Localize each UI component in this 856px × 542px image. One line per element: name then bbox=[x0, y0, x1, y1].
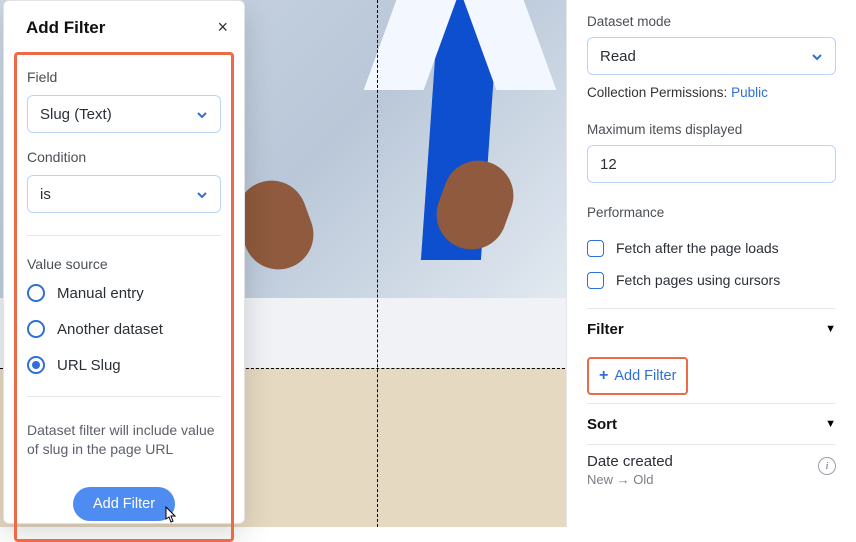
chevron-down-icon bbox=[196, 108, 208, 120]
close-icon[interactable]: × bbox=[217, 17, 228, 38]
checkbox-fetch-cursors[interactable]: Fetch pages using cursors bbox=[587, 266, 836, 294]
value-source-label: Value source bbox=[27, 256, 221, 272]
chevron-down-icon bbox=[811, 50, 823, 62]
collapse-icon: ▼ bbox=[825, 418, 836, 430]
checkbox-icon bbox=[587, 272, 604, 289]
add-filter-submit-button[interactable]: Add Filter bbox=[73, 487, 175, 521]
dataset-mode-label: Dataset mode bbox=[587, 14, 836, 29]
max-items-label: Maximum items displayed bbox=[587, 122, 836, 137]
chevron-down-icon bbox=[196, 188, 208, 200]
radio-manual-entry[interactable]: Manual entry bbox=[27, 278, 221, 308]
radio-url-slug[interactable]: URL Slug bbox=[27, 350, 221, 380]
radio-icon bbox=[27, 356, 45, 374]
radio-label: URL Slug bbox=[57, 357, 121, 374]
radio-label: Manual entry bbox=[57, 285, 144, 302]
checkbox-icon bbox=[587, 240, 604, 257]
plus-icon: + bbox=[599, 367, 608, 385]
sort-field: Date created bbox=[587, 453, 673, 470]
radio-icon bbox=[27, 320, 45, 338]
info-icon[interactable]: i bbox=[818, 457, 836, 475]
cursor-icon bbox=[162, 506, 178, 529]
condition-select-value: is bbox=[40, 186, 51, 203]
help-text: Dataset filter will include value of slu… bbox=[27, 421, 221, 459]
dataset-mode-select[interactable]: Read bbox=[587, 37, 836, 75]
add-filter-modal: Add Filter × Field Slug (Text) Condition… bbox=[3, 0, 245, 524]
dataset-mode-value: Read bbox=[600, 48, 636, 65]
checkbox-fetch-after-load[interactable]: Fetch after the page loads bbox=[587, 234, 836, 262]
max-items-input[interactable] bbox=[587, 145, 836, 183]
radio-another-dataset[interactable]: Another dataset bbox=[27, 314, 221, 344]
grid-guide-vertical bbox=[377, 0, 378, 527]
checkbox-label: Fetch pages using cursors bbox=[616, 272, 780, 288]
sort-direction: New → Old bbox=[587, 472, 673, 487]
condition-select[interactable]: is bbox=[27, 175, 221, 213]
permissions-label: Collection Permissions: bbox=[587, 85, 727, 100]
section-title: Filter bbox=[587, 321, 624, 338]
dataset-settings-panel: Dataset mode Read Collection Permissions… bbox=[566, 0, 856, 527]
add-filter-button[interactable]: + Add Filter bbox=[587, 357, 688, 395]
checkbox-label: Fetch after the page loads bbox=[616, 240, 779, 256]
section-title: Sort bbox=[587, 416, 617, 433]
add-filter-label: Add Filter bbox=[614, 368, 676, 384]
field-select[interactable]: Slug (Text) bbox=[27, 95, 221, 133]
permissions-link[interactable]: Public bbox=[731, 85, 768, 100]
condition-label: Condition bbox=[27, 149, 221, 165]
collapse-icon: ▼ bbox=[825, 323, 836, 335]
modal-title: Add Filter bbox=[26, 18, 105, 38]
field-label: Field bbox=[27, 69, 221, 85]
filter-section-header[interactable]: Filter ▼ bbox=[587, 309, 836, 349]
modal-body-highlight: Field Slug (Text) Condition is Value sou… bbox=[14, 52, 234, 542]
radio-icon bbox=[27, 284, 45, 302]
divider bbox=[27, 235, 221, 236]
radio-label: Another dataset bbox=[57, 321, 163, 338]
performance-label: Performance bbox=[587, 205, 836, 220]
sort-section-header[interactable]: Sort ▼ bbox=[587, 404, 836, 444]
divider bbox=[27, 396, 221, 397]
field-select-value: Slug (Text) bbox=[40, 106, 112, 123]
